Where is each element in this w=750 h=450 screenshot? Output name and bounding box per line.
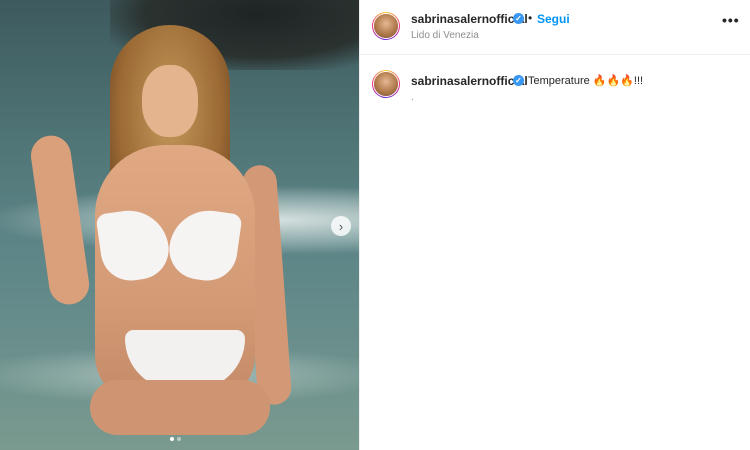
avatar[interactable] <box>372 70 400 98</box>
carousel-dot <box>177 437 181 441</box>
post-media[interactable]: › <box>0 0 359 450</box>
photo-subject <box>28 25 293 435</box>
location-link[interactable]: Lido di Venezia <box>411 30 479 41</box>
caption-username-link[interactable]: sabrinasalernofficial <box>411 74 528 88</box>
caption-extra: . <box>411 92 414 103</box>
carousel-dot <box>170 437 174 441</box>
verified-badge-icon: ✓ <box>513 75 524 86</box>
follow-button[interactable]: Segui <box>537 12 570 26</box>
chevron-right-icon: › <box>338 218 344 234</box>
next-slide-button[interactable]: › <box>331 216 351 236</box>
caption-text: Temperature 🔥🔥🔥!!! <box>528 75 644 87</box>
avatar[interactable] <box>372 12 400 40</box>
carousel-indicator <box>170 437 181 441</box>
verified-badge-icon: ✓ <box>513 13 524 24</box>
separator-dot: • <box>528 11 533 25</box>
more-options-icon[interactable]: ••• <box>722 12 740 28</box>
post-sidebar: sabrinasalernofficial ✓ • Segui Lido di … <box>359 0 750 450</box>
post-header: sabrinasalernofficial ✓ • Segui Lido di … <box>360 0 750 55</box>
username-link[interactable]: sabrinasalernofficial <box>411 12 528 26</box>
